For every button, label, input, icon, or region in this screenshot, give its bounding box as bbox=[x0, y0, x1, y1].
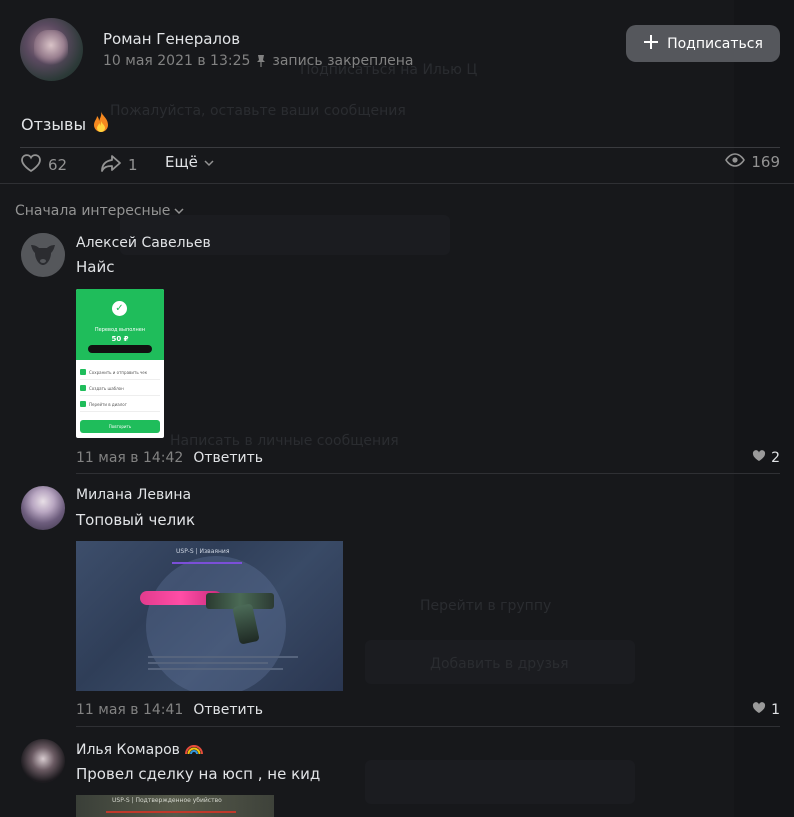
comment-author-name[interactable]: Алексей Савельев bbox=[76, 235, 211, 251]
comment-time[interactable]: 11 мая в 14:42 bbox=[76, 450, 183, 466]
background-text: Пожалуйста, оставьте ваши сообщения bbox=[110, 103, 406, 119]
background-text: Перейти в группу bbox=[420, 598, 552, 614]
payment-option: Создать шаблон bbox=[80, 381, 160, 396]
comment-avatar[interactable] bbox=[21, 486, 65, 530]
description-line bbox=[148, 668, 283, 670]
chevron-down-icon bbox=[174, 203, 184, 219]
plus-icon bbox=[643, 34, 659, 54]
post-text: Отзывы bbox=[21, 110, 112, 138]
skin-title: USP-S | Подтвержденное убийство bbox=[112, 797, 222, 804]
payment-title: Перевод выполнен bbox=[94, 327, 146, 333]
payment-option: Перейти в диалог bbox=[80, 397, 160, 412]
more-label: Ещё bbox=[165, 153, 198, 171]
comment-author[interactable]: Илья Комаров bbox=[76, 741, 204, 759]
author-avatar[interactable] bbox=[20, 18, 83, 81]
background-text: Написать в личные сообщения bbox=[170, 433, 399, 449]
comment-like-button[interactable]: 2 bbox=[752, 450, 780, 466]
comments-sort-dropdown[interactable]: Сначала интересные bbox=[15, 203, 184, 219]
background-sidebar bbox=[734, 0, 794, 817]
comment-footer: 11 мая в 14:42 Ответить bbox=[76, 450, 263, 466]
comment-divider bbox=[76, 726, 780, 727]
comment-text: Провел сделку на юсп , не кид bbox=[76, 765, 321, 783]
comment-time[interactable]: 11 мая в 14:41 bbox=[76, 702, 183, 718]
heart-filled-icon bbox=[752, 702, 766, 718]
comment-divider bbox=[76, 473, 780, 474]
pin-icon bbox=[256, 54, 266, 68]
payment-option: Сохранить и отправить чек bbox=[80, 365, 160, 380]
comments-sort-label: Сначала интересные bbox=[15, 203, 171, 219]
like-count: 62 bbox=[48, 156, 68, 174]
comment-attachment-image[interactable]: ✓ Перевод выполнен 50 ₽ Сохранить и отпр… bbox=[76, 289, 164, 438]
comment-author-name: Илья Комаров bbox=[76, 742, 180, 758]
post-author-name[interactable]: Роман Генералов bbox=[103, 30, 240, 48]
comment-author-name[interactable]: Милана Левина bbox=[76, 487, 191, 503]
share-button[interactable]: 1 bbox=[100, 153, 138, 177]
background-text: Добавить в друзья bbox=[430, 656, 569, 672]
post-actions: 62 1 Ещё 169 bbox=[20, 153, 780, 177]
views-count: 169 bbox=[751, 153, 780, 171]
comment-attachment-image[interactable]: USP-S | Подтвержденное убийство bbox=[76, 795, 274, 817]
pinned-label: запись закреплена bbox=[272, 53, 414, 69]
reply-button[interactable]: Ответить bbox=[193, 450, 263, 466]
post-divider bbox=[20, 147, 780, 148]
post-date[interactable]: 10 мая 2021 в 13:25 bbox=[103, 53, 250, 69]
like-button[interactable]: 62 bbox=[20, 153, 67, 177]
image-glow bbox=[146, 556, 286, 691]
skin-title: USP-S | Изваяния bbox=[176, 548, 230, 555]
chevron-down-icon bbox=[204, 153, 214, 171]
subscribe-button[interactable]: Подписаться bbox=[626, 25, 780, 62]
description-line bbox=[148, 662, 268, 664]
fire-icon bbox=[90, 110, 112, 138]
more-button[interactable]: Ещё bbox=[165, 153, 214, 171]
post-text-content: Отзывы bbox=[21, 114, 87, 134]
share-icon bbox=[100, 153, 122, 177]
comment-text: Найс bbox=[76, 258, 115, 276]
comment-avatar[interactable] bbox=[21, 233, 65, 277]
share-count: 1 bbox=[128, 156, 138, 174]
post-meta: 10 мая 2021 в 13:25 запись закреплена bbox=[103, 53, 414, 69]
rarity-bar bbox=[106, 811, 236, 813]
background-panel bbox=[365, 760, 635, 804]
subscribe-label: Подписаться bbox=[667, 35, 763, 52]
heart-filled-icon bbox=[752, 450, 766, 466]
comment-avatar[interactable] bbox=[21, 739, 65, 783]
repeat-button: Повторить bbox=[80, 420, 160, 433]
description-line bbox=[148, 656, 298, 658]
views-counter: 169 bbox=[725, 153, 780, 171]
reply-button[interactable]: Ответить bbox=[193, 702, 263, 718]
comment-footer: 11 мая в 14:41 Ответить bbox=[76, 702, 263, 718]
comment-attachment-image[interactable]: USP-S | Изваяния bbox=[76, 541, 343, 691]
comment-like-button[interactable]: 1 bbox=[752, 702, 780, 718]
rainbow-icon bbox=[184, 741, 204, 759]
payment-amount: 50 ₽ bbox=[111, 335, 129, 343]
eye-icon bbox=[725, 153, 746, 171]
rarity-bar bbox=[172, 562, 242, 564]
check-icon: ✓ bbox=[112, 301, 127, 316]
default-avatar-icon bbox=[21, 233, 65, 277]
redacted-bar bbox=[88, 345, 152, 353]
comment-text: Топовый челик bbox=[76, 511, 196, 529]
heart-icon bbox=[20, 153, 42, 177]
comment-like-count: 1 bbox=[771, 702, 780, 718]
section-divider bbox=[0, 183, 794, 184]
comment-like-count: 2 bbox=[771, 450, 780, 466]
